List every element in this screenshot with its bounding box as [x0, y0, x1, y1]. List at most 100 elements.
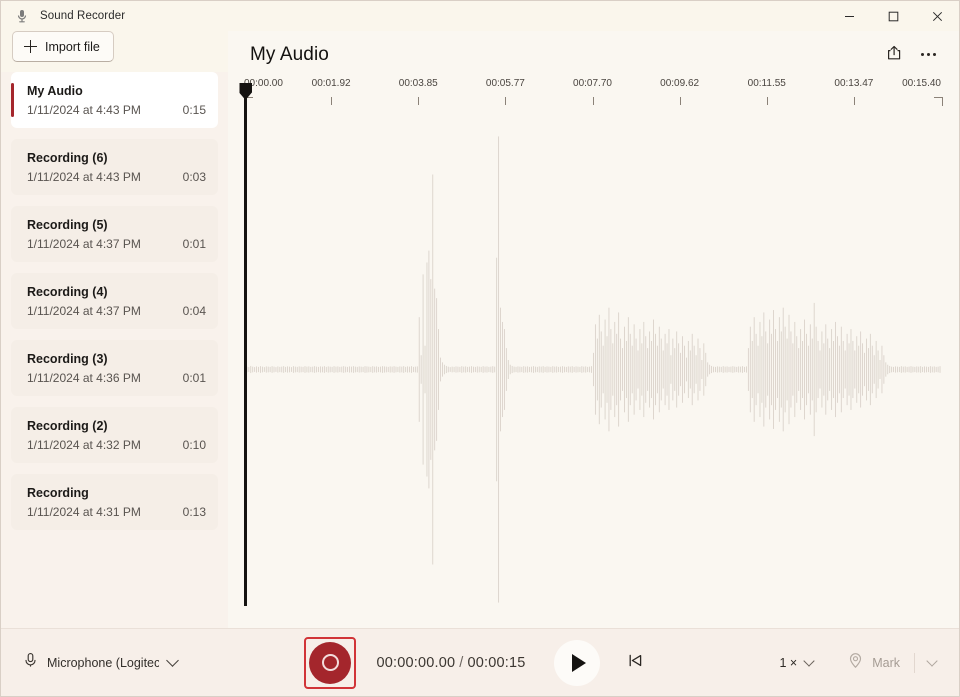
recording-duration: 0:01 [183, 371, 206, 385]
recording-meta: 1/11/2024 at 4:37 PM 0:04 [27, 304, 206, 318]
time-separator: / [455, 655, 467, 671]
recordings-list[interactable]: My Audio 1/11/2024 at 4:43 PM 0:15 Recordin… [1, 72, 228, 628]
divider [914, 653, 915, 673]
recording-name: Recording (3) [27, 351, 206, 368]
recording-date: 1/11/2024 at 4:43 PM [27, 103, 141, 117]
play-button[interactable] [554, 640, 600, 686]
recording-date: 1/11/2024 at 4:37 PM [27, 237, 141, 251]
timeline-tick-label: 00:09.62 [660, 78, 699, 89]
main-pane: My Audio 00:00.0000:01.9200:03.8500:0 [228, 31, 959, 628]
recording-name: Recording [27, 485, 206, 502]
import-file-button[interactable]: Import file [12, 31, 114, 62]
timeline-tick-label: 00:11.55 [748, 78, 786, 89]
marker-options-button[interactable] [917, 647, 947, 679]
timeline-tick-label: 00:13.47 [834, 78, 873, 89]
waveform-area[interactable] [244, 111, 941, 628]
recording-duration: 0:10 [183, 438, 206, 452]
timeline-tick-mark [418, 97, 419, 105]
record-button-circle [309, 642, 351, 684]
sound-recorder-window: Sound Recorder Import file My A [0, 0, 960, 697]
more-options-button[interactable] [911, 40, 945, 70]
recording-list-item[interactable]: My Audio 1/11/2024 at 4:43 PM 0:15 [11, 72, 218, 128]
right-controls: 1 × Mark [769, 647, 959, 679]
recording-name: Recording (6) [27, 150, 206, 167]
recording-date: 1/11/2024 at 4:31 PM [27, 505, 141, 519]
playback-speed-button[interactable]: 1 × [769, 647, 823, 679]
timeline-tick-label: 00:05.77 [486, 78, 525, 89]
recording-date: 1/11/2024 at 4:32 PM [27, 438, 141, 452]
timeline-tick-label: 00:03.85 [399, 78, 438, 89]
add-marker-button[interactable]: Mark [837, 647, 912, 679]
time-display: 00:00:00.00/00:00:15 [376, 655, 525, 671]
recording-meta: 1/11/2024 at 4:43 PM 0:03 [27, 170, 206, 184]
timeline-tick-mark [593, 97, 594, 105]
recording-duration: 0:15 [183, 103, 206, 117]
playback-speed-label: 1 × [779, 656, 797, 670]
microphone-selector[interactable]: Microphone (Logitec... [1, 646, 187, 680]
location-pin-icon [847, 652, 864, 674]
page-title: My Audio [250, 44, 329, 66]
chevron-down-icon [926, 655, 937, 666]
recording-meta: 1/11/2024 at 4:36 PM 0:01 [27, 371, 206, 385]
playhead-cursor[interactable] [244, 83, 247, 606]
recording-meta: 1/11/2024 at 4:37 PM0:01 [27, 237, 206, 251]
recording-list-item[interactable]: Recording 1/11/2024 at 4:31 PM 0:13 [11, 474, 218, 530]
current-time: 00:00:00.00 [376, 655, 455, 671]
timeline-ruler[interactable]: 00:00.0000:01.9200:03.8500:05.7700:07.70… [244, 78, 941, 111]
window-controls [827, 1, 959, 31]
title-bar-left: Sound Recorder [1, 8, 216, 24]
waveform-graph [244, 111, 941, 628]
recording-name: Recording (2) [27, 418, 206, 435]
recording-meta: 1/11/2024 at 4:32 PM 0:10 [27, 438, 206, 452]
timeline-tick-label: 00:07.70 [573, 78, 612, 89]
timeline-tick-mark [854, 97, 855, 105]
title-bar: Sound Recorder [1, 1, 959, 31]
recording-date: 1/11/2024 at 4:37 PM [27, 304, 141, 318]
more-options-icon [921, 53, 936, 56]
timeline-tick-mark [680, 97, 681, 105]
skip-back-icon [626, 651, 645, 675]
timeline-tick-mark [331, 97, 332, 105]
play-icon [572, 654, 586, 672]
sidebar: Import file My Audio 1/11/2024 at 4:43 PM… [1, 31, 228, 628]
timeline-tick-label: 00:15.40 [902, 78, 941, 89]
recording-duration: 0:13 [183, 505, 206, 519]
recording-duration: 0:04 [183, 304, 206, 318]
add-marker-label: Mark [872, 656, 900, 670]
skip-to-start-button[interactable] [616, 643, 656, 683]
recording-date: 1/11/2024 at 4:36 PM [27, 371, 141, 385]
recording-list-item[interactable]: Recording (4) 1/11/2024 at 4:37 PM 0:04 [11, 273, 218, 329]
recording-list-item[interactable]: Recording (5) 1/11/2024 at 4:37 PM0:01 [11, 206, 218, 262]
minimize-button[interactable] [827, 1, 871, 31]
recording-list-item[interactable]: Recording (3) 1/11/2024 at 4:36 PM 0:01 [11, 340, 218, 396]
recording-name: My Audio [27, 83, 206, 100]
timeline-tick-mark [767, 97, 768, 105]
recording-list-item[interactable]: Recording (2) 1/11/2024 at 4:32 PM 0:10 [11, 407, 218, 463]
timeline-tick-label: 00:01.92 [312, 78, 351, 89]
app-title: Sound Recorder [40, 10, 125, 22]
record-button[interactable] [304, 637, 356, 689]
recording-date: 1/11/2024 at 4:43 PM [27, 170, 141, 184]
share-icon [886, 44, 903, 66]
recording-list-item[interactable]: Recording (6) 1/11/2024 at 4:43 PM 0:03 [11, 139, 218, 195]
chevron-down-icon [804, 655, 815, 666]
import-file-label: Import file [45, 40, 100, 54]
microphone-icon [23, 652, 38, 673]
recording-name: Recording (4) [27, 284, 206, 301]
recording-name: Recording (5) [27, 217, 206, 234]
plus-icon [24, 40, 37, 53]
timeline-tick-mark [505, 97, 506, 105]
maximize-button[interactable] [871, 1, 915, 31]
recording-duration: 0:03 [183, 170, 206, 184]
microphone-icon [14, 8, 30, 24]
sidebar-header: Import file [1, 31, 228, 72]
transport-bar: Microphone (Logitec... 00:00:00.00/00:00… [1, 628, 959, 696]
close-button[interactable] [915, 1, 959, 31]
recording-meta: 1/11/2024 at 4:31 PM 0:13 [27, 505, 206, 519]
microphone-label: Microphone (Logitec... [47, 656, 159, 670]
record-icon [322, 654, 339, 671]
chevron-down-icon [166, 654, 179, 667]
recording-meta: 1/11/2024 at 4:43 PM 0:15 [27, 103, 206, 117]
share-button[interactable] [877, 40, 911, 70]
content-area: Import file My Audio 1/11/2024 at 4:43 PM… [1, 31, 959, 628]
